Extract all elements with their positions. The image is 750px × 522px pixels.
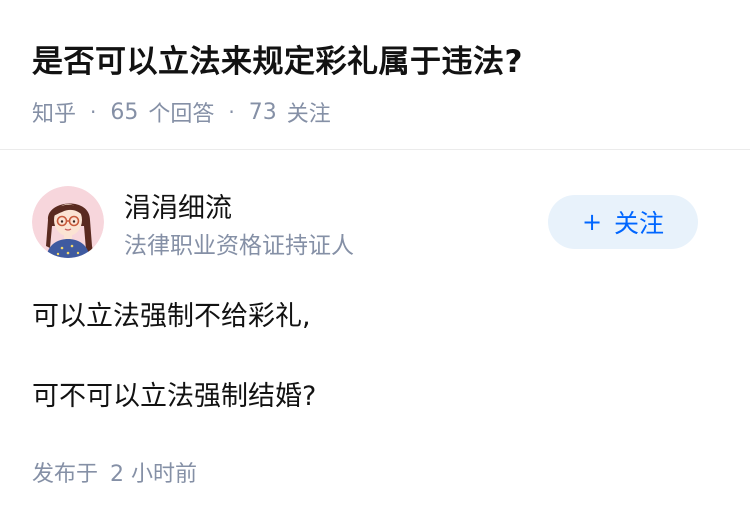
meta-separator: ·	[90, 100, 97, 124]
follow-button[interactable]: + 关注	[548, 195, 698, 249]
answer-count-label: 个回答	[148, 102, 215, 127]
follower-count-label: 关注	[286, 102, 331, 127]
answer-text-line: 可不可以立法强制结婚?	[32, 381, 317, 412]
publish-time-value: 2 小时前	[110, 462, 198, 487]
question-title[interactable]: 是否可以立法来规定彩礼属于违法?	[32, 36, 523, 81]
plus-icon: +	[581, 208, 603, 236]
answer-text-line: 可以立法强制不给彩礼,	[32, 301, 311, 332]
publish-time: 发布于 2 小时前	[32, 456, 197, 488]
meta-separator: ·	[228, 100, 235, 124]
question-header: 是否可以立法来规定彩礼属于违法? 知乎 · 65 个回答 · 73 关注	[0, 0, 750, 150]
publish-label: 发布于	[32, 462, 99, 487]
follow-button-label: 关注	[614, 209, 665, 238]
author-badge: 法律职业资格证持证人	[124, 233, 354, 259]
cartoon-woman-avatar-icon	[32, 186, 104, 258]
author-name[interactable]: 涓涓细流	[124, 186, 232, 225]
answer-count: 65	[110, 99, 139, 125]
avatar[interactable]	[32, 186, 104, 258]
source-label[interactable]: 知乎	[32, 96, 76, 128]
question-meta: 知乎 · 65 个回答 · 73 关注	[32, 96, 331, 128]
follower-count: 73	[248, 99, 277, 125]
